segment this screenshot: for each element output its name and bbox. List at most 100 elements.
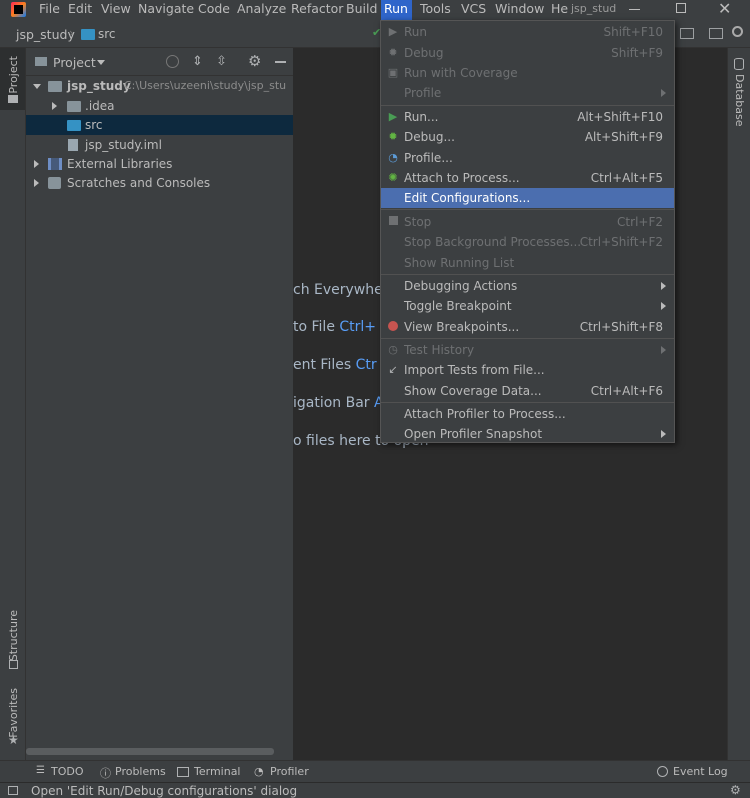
profiler-icon: ◔ bbox=[254, 765, 264, 778]
menu-item-run-dialog[interactable]: ▶ Run... Alt+Shift+F10 bbox=[381, 107, 674, 127]
menu-refactor[interactable]: Refactor bbox=[288, 0, 346, 20]
database-icon bbox=[734, 58, 744, 70]
chevron-right-icon[interactable] bbox=[34, 160, 39, 168]
tree-item-label: Scratches and Consoles bbox=[67, 176, 211, 190]
chevron-right-icon bbox=[661, 89, 666, 97]
hide-panel-icon[interactable] bbox=[275, 61, 286, 63]
file-icon bbox=[68, 139, 78, 151]
menu-item-debug: ✹ Debug Shift+F9 bbox=[388, 46, 663, 60]
menu-separator bbox=[381, 105, 674, 106]
locate-icon[interactable] bbox=[166, 55, 179, 68]
menu-item-attach-profiler[interactable]: Attach Profiler to Process... bbox=[381, 404, 674, 424]
menu-item-show-coverage-data[interactable]: Show Coverage Data... Ctrl+Alt+F6 bbox=[381, 381, 674, 401]
menu-item-import-tests[interactable]: ↙ Import Tests from File... bbox=[381, 360, 674, 380]
chevron-down-icon[interactable] bbox=[97, 60, 105, 65]
menu-item-edit-configurations[interactable]: Edit Configurations... bbox=[381, 188, 674, 208]
menu-item-debug-dialog[interactable]: ✹ Debug... Alt+Shift+F9 bbox=[381, 127, 674, 147]
menu-item-debugging-actions[interactable]: Debugging Actions bbox=[381, 276, 674, 296]
menu-edit[interactable]: Edit bbox=[65, 0, 95, 20]
todo-tab[interactable]: TODO bbox=[51, 765, 84, 778]
menu-file[interactable]: File bbox=[36, 0, 63, 20]
database-tab[interactable]: Database bbox=[733, 74, 746, 127]
editor-hint-recent-files: ent Files Ctr bbox=[293, 357, 377, 373]
menu-navigate[interactable]: Navigate bbox=[135, 0, 197, 20]
structure-icon bbox=[9, 660, 18, 669]
menu-separator bbox=[381, 402, 674, 403]
menu-analyze[interactable]: Analyze bbox=[234, 0, 289, 20]
chevron-right-icon bbox=[661, 302, 666, 310]
tree-item-label: src bbox=[85, 118, 103, 132]
minimize-icon[interactable] bbox=[629, 9, 640, 10]
debug-icon: ✹ bbox=[388, 46, 398, 59]
star-icon: ★ bbox=[8, 733, 19, 747]
menu-item-stop-background: Stop Background Processes... Ctrl+Shift+F… bbox=[404, 235, 663, 249]
chevron-down-icon[interactable] bbox=[33, 84, 41, 89]
intellij-logo-icon bbox=[11, 2, 26, 17]
project-structure-icon[interactable] bbox=[680, 28, 694, 39]
chevron-right-icon[interactable] bbox=[34, 179, 39, 187]
close-icon[interactable]: ✕ bbox=[718, 0, 731, 17]
project-panel: Project ⇕ ⇳ ⚙ jsp_study C:\Users\uzeeni\… bbox=[26, 48, 293, 760]
search-icon[interactable] bbox=[732, 26, 743, 37]
structure-tab[interactable]: Structure bbox=[7, 610, 20, 661]
menu-window[interactable]: Window bbox=[492, 0, 547, 20]
breadcrumb-project[interactable]: jsp_study bbox=[16, 27, 75, 42]
tree-item-label: .idea bbox=[85, 99, 115, 113]
tree-item-idea[interactable]: .idea bbox=[26, 96, 293, 116]
import-icon: ↙ bbox=[388, 363, 398, 376]
favorites-tab[interactable]: Favorites bbox=[7, 688, 20, 738]
event-log-tab[interactable]: Event Log bbox=[673, 765, 728, 778]
menu-item-toggle-breakpoint[interactable]: Toggle Breakpoint bbox=[381, 296, 674, 316]
maximize-icon[interactable] bbox=[676, 3, 686, 13]
terminal-tab[interactable]: Terminal bbox=[194, 765, 241, 778]
coverage-icon: ▣ bbox=[387, 66, 399, 79]
project-tab[interactable]: Project bbox=[0, 48, 25, 110]
window-title: jsp_stud bbox=[571, 2, 617, 15]
menu-item-view-breakpoints[interactable]: View Breakpoints... Ctrl+Shift+F8 bbox=[381, 317, 674, 337]
tree-item-label: External Libraries bbox=[67, 157, 173, 171]
tree-item-scratches[interactable]: Scratches and Consoles bbox=[26, 173, 293, 193]
menu-item-attach-to-process[interactable]: ✺ Attach to Process... Ctrl+Alt+F5 bbox=[381, 168, 674, 188]
menu-item-show-running-list: Show Running List bbox=[404, 256, 515, 270]
tree-item-external-libraries[interactable]: External Libraries bbox=[26, 154, 293, 174]
gear-icon[interactable]: ⚙ bbox=[248, 52, 261, 70]
menu-view[interactable]: View bbox=[98, 0, 134, 20]
debug-icon: ✹ bbox=[388, 130, 398, 143]
folder-icon bbox=[81, 29, 95, 40]
menu-item-stop: Stop Ctrl+F2 bbox=[381, 212, 674, 232]
terminal-icon bbox=[177, 767, 189, 777]
chevron-right-icon[interactable] bbox=[52, 102, 57, 110]
tree-item-label: jsp_study bbox=[67, 79, 131, 93]
run-icon: ▶ bbox=[388, 110, 398, 123]
history-icon: ◷ bbox=[388, 343, 398, 356]
inspector-icon[interactable]: ⚙ bbox=[730, 783, 741, 797]
menu-build[interactable]: Build bbox=[343, 0, 380, 20]
editor-hint-search: ch Everywhe bbox=[293, 282, 383, 298]
menu-tools[interactable]: Tools bbox=[417, 0, 454, 20]
menu-vcs[interactable]: VCS bbox=[458, 0, 489, 20]
menu-item-open-profiler-snapshot[interactable]: Open Profiler Snapshot bbox=[381, 424, 674, 444]
chevron-right-icon bbox=[661, 282, 666, 290]
menu-item-profile: Profile bbox=[381, 83, 674, 103]
profiler-icon: ◔ bbox=[388, 151, 398, 164]
chevron-right-icon bbox=[661, 430, 666, 438]
tree-item-iml[interactable]: jsp_study.iml bbox=[26, 135, 293, 155]
project-panel-title[interactable]: Project bbox=[53, 55, 96, 70]
tree-item-project[interactable]: jsp_study C:\Users\uzeeni\study\jsp_stu bbox=[26, 76, 293, 96]
menu-separator bbox=[381, 274, 674, 275]
terminal-window-icon[interactable] bbox=[709, 28, 723, 39]
collapse-all-icon[interactable]: ⇳ bbox=[216, 54, 227, 69]
tree-item-src[interactable]: src bbox=[26, 115, 293, 135]
profiler-tab[interactable]: Profiler bbox=[270, 765, 309, 778]
horizontal-scrollbar[interactable] bbox=[26, 748, 274, 755]
menu-run[interactable]: Run bbox=[381, 0, 412, 20]
expand-all-icon[interactable]: ⇕ bbox=[192, 54, 203, 69]
status-toggle-icon[interactable] bbox=[8, 786, 18, 795]
menu-item-profile-dialog[interactable]: ◔ Profile... bbox=[381, 148, 674, 168]
tree-item-label: jsp_study.iml bbox=[85, 138, 162, 152]
menu-item-test-history: ◷ Test History bbox=[381, 340, 674, 360]
problems-tab[interactable]: Problems bbox=[115, 765, 166, 778]
problems-icon: ⓘ bbox=[100, 767, 111, 780]
menu-code[interactable]: Code bbox=[195, 0, 233, 20]
breadcrumb-folder[interactable]: src bbox=[98, 27, 116, 41]
